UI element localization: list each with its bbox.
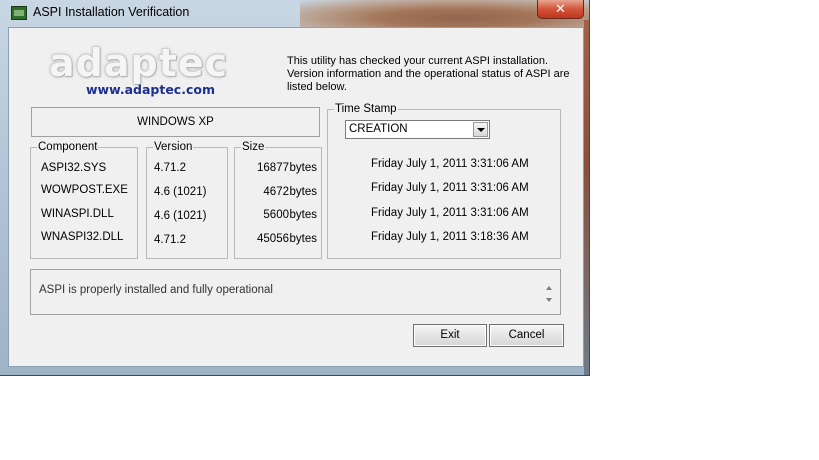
close-button[interactable]: ✕ — [537, 0, 584, 19]
app-icon — [11, 6, 27, 20]
window-border-right — [584, 20, 589, 375]
size-value: 5600 — [263, 209, 289, 221]
component-name: WNASPI32.DLL — [41, 231, 124, 243]
size-value: 45056 — [257, 233, 289, 245]
timestamp-value: Friday July 1, 2011 3:18:36 AM — [371, 231, 529, 243]
size-value: 16877 — [257, 162, 289, 174]
status-box: ASPI is properly installed and fully ope… — [30, 269, 561, 315]
size-unit: bytes — [289, 209, 318, 221]
timestamp-value: Friday July 1, 2011 3:31:06 AM — [371, 182, 529, 194]
size-unit: bytes — [289, 186, 318, 198]
dialog-client-area: adaptec www.adaptec.com This utility has… — [8, 27, 584, 367]
dialog-window: ASPI Installation Verification ✕ adaptec… — [0, 0, 590, 376]
window-title: ASPI Installation Verification — [33, 5, 190, 19]
logo-wordmark: adaptec — [49, 41, 229, 85]
size-value: 4672 — [263, 186, 289, 198]
version-value: 4.6 (1021) — [154, 210, 207, 222]
size-group: Size 16877 bytes 4672 bytes 5600 bytes 4… — [234, 140, 322, 259]
size-group-title: Size — [241, 140, 266, 154]
version-group-title: Version — [153, 140, 194, 154]
version-value: 4.6 (1021) — [154, 186, 207, 198]
intro-text: This utility has checked your current AS… — [287, 55, 570, 93]
component-group: Component ASPI32.SYS WOWPOST.EXE WINASPI… — [30, 140, 138, 259]
version-group: Version 4.71.2 4.6 (1021) 4.6 (1021) 4.7… — [146, 140, 228, 259]
timestamp-value: Friday July 1, 2011 3:31:06 AM — [371, 158, 529, 170]
timestamp-type-selected: CREATION — [349, 123, 408, 135]
component-name: WINASPI.DLL — [41, 208, 114, 220]
component-name: WOWPOST.EXE — [41, 184, 128, 196]
exit-button[interactable]: Exit — [413, 324, 487, 347]
size-unit: bytes — [289, 162, 318, 174]
version-value: 4.71.2 — [154, 234, 186, 246]
component-group-title: Component — [37, 140, 99, 154]
adaptec-logo: adaptec www.adaptec.com — [49, 43, 259, 98]
size-unit: bytes — [289, 233, 318, 245]
scroll-down-icon[interactable] — [546, 298, 552, 302]
version-value: 4.71.2 — [154, 162, 186, 174]
cancel-button[interactable]: Cancel — [489, 324, 564, 347]
scroll-up-icon[interactable] — [546, 286, 552, 290]
logo-url: www.adaptec.com — [86, 82, 215, 97]
timestamp-group-title: Time Stamp — [334, 102, 398, 116]
timestamp-value: Friday July 1, 2011 3:31:06 AM — [371, 207, 529, 219]
chevron-down-icon[interactable] — [473, 122, 488, 137]
status-text: ASPI is properly installed and fully ope… — [39, 284, 273, 296]
timestamp-type-select[interactable]: CREATION — [345, 120, 490, 139]
component-name: ASPI32.SYS — [41, 162, 107, 174]
timestamp-group: Time Stamp CREATION Friday July 1, 2011 … — [327, 102, 561, 259]
os-version-box: WINDOWS XP — [31, 107, 320, 137]
